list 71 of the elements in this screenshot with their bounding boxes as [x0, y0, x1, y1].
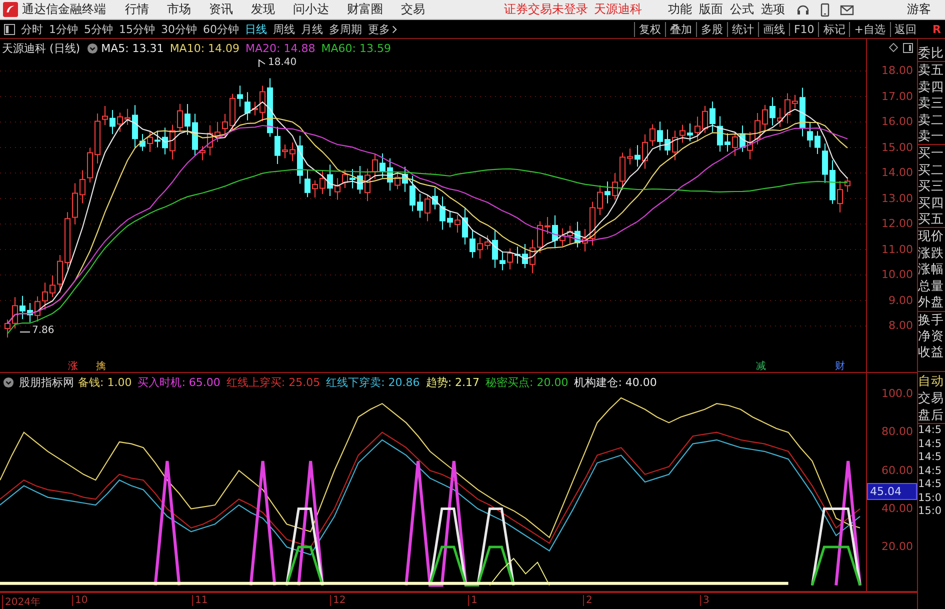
price-axis-label: 8.00	[888, 319, 914, 332]
quote-field-label: 收益	[918, 344, 945, 361]
signal-marker: 擒	[96, 360, 106, 373]
quote-field-label: 卖四	[918, 78, 945, 96]
quote-field-label: 外盘	[918, 294, 945, 312]
indicator-value: 机构建仓: 40.00	[574, 374, 657, 390]
date-axis-label: 11	[192, 595, 208, 606]
price-axis-label: 15.00	[882, 140, 914, 154]
price-axis-label: 11.00	[882, 242, 914, 256]
date-axis-label: 2024年	[2, 595, 40, 609]
signal-marker: 涨	[68, 360, 78, 373]
price-axis-label: 14.00	[882, 166, 914, 179]
moving-average-value: MA5: 13.31	[101, 42, 164, 54]
market-status-label: R	[932, 22, 941, 36]
indicator-title: 股朋指标网	[19, 374, 74, 390]
date-axis-label: 3	[700, 595, 710, 606]
quote-field-label: 净资	[918, 328, 945, 344]
indicator-value: 买入时机: 65.00	[138, 374, 220, 390]
stock-title: 天源迪科 (日线)	[2, 40, 80, 56]
quote-field-label: 换手	[918, 312, 945, 328]
price-axis-label: 9.00	[888, 294, 914, 306]
quote-field-label: 涨幅	[918, 261, 945, 278]
quote-field-label: 买四	[918, 194, 945, 212]
quote-field-label: 涨跌	[918, 244, 945, 262]
quote-field-label: 卖一	[918, 128, 945, 146]
quote-field-label: 总量	[918, 278, 945, 294]
trade-time: 14:5	[918, 464, 943, 478]
quote-field-label: 买一	[918, 145, 945, 162]
indicator-value: 备钱: 1.00	[78, 374, 132, 390]
quote-field-label: 买三	[918, 178, 945, 195]
quote-field-label: 卖二	[918, 112, 945, 128]
trade-time: 14:5	[918, 451, 943, 464]
date-axis-label: 12	[330, 595, 346, 606]
price-axis-label: 16.00	[882, 115, 914, 128]
indicator-axis-label: 100.0	[882, 387, 914, 400]
indicator-axis-label: 80.00	[882, 425, 914, 438]
quote-field-label: 卖三	[918, 95, 945, 112]
date-axis-label: 10	[72, 595, 88, 606]
quote-field-label: 现价	[918, 228, 945, 245]
quote-field-label: 委比	[918, 45, 945, 62]
trade-time: 14:5	[918, 424, 943, 438]
indicator-value: 秘密买点: 20.00	[486, 374, 568, 390]
indicator-axis-label: 40.00	[882, 502, 914, 515]
moving-average-value: MA10: 14.09	[170, 42, 240, 54]
quote-field-label: 卖五	[918, 62, 945, 79]
indicator-value: 红线下穿卖: 20.86	[326, 374, 420, 390]
signal-marker: 减	[756, 360, 766, 373]
trade-time: 15:0	[918, 492, 943, 505]
trade-time: 15:0	[918, 505, 943, 518]
signal-marker: 财	[835, 360, 845, 373]
date-axis-label: 1	[468, 595, 478, 606]
app-title: 通达信金融终端	[22, 1, 106, 18]
price-axis-label: 17.00	[882, 90, 914, 102]
quote-field-label: 买五	[918, 211, 945, 228]
low-price-label: 7.86	[32, 325, 54, 336]
price-axis-label: 18.00	[882, 64, 914, 77]
indicator-value: 趋势: 2.17	[426, 374, 480, 390]
price-axis-label: 12.00	[882, 217, 914, 230]
moving-average-value: MA20: 14.88	[246, 42, 316, 54]
current-value-label: 45.04	[867, 483, 918, 500]
indicator-axis-label: 60.00	[882, 464, 914, 477]
high-price-label: 18.40	[268, 57, 297, 68]
indicator-value: 红线上穿买: 25.05	[226, 374, 320, 390]
indicator-axis-label: 20.00	[882, 540, 914, 554]
quote-field-label: 买二	[918, 162, 945, 178]
price-axis-label: 10.00	[882, 268, 914, 281]
trade-time: 14:5	[918, 438, 943, 451]
date-axis-label: 2	[583, 595, 592, 606]
price-axis-label: 13.00	[882, 192, 914, 204]
trade-time: 14:5	[918, 478, 943, 492]
moving-average-value: MA60: 13.59	[321, 42, 391, 54]
